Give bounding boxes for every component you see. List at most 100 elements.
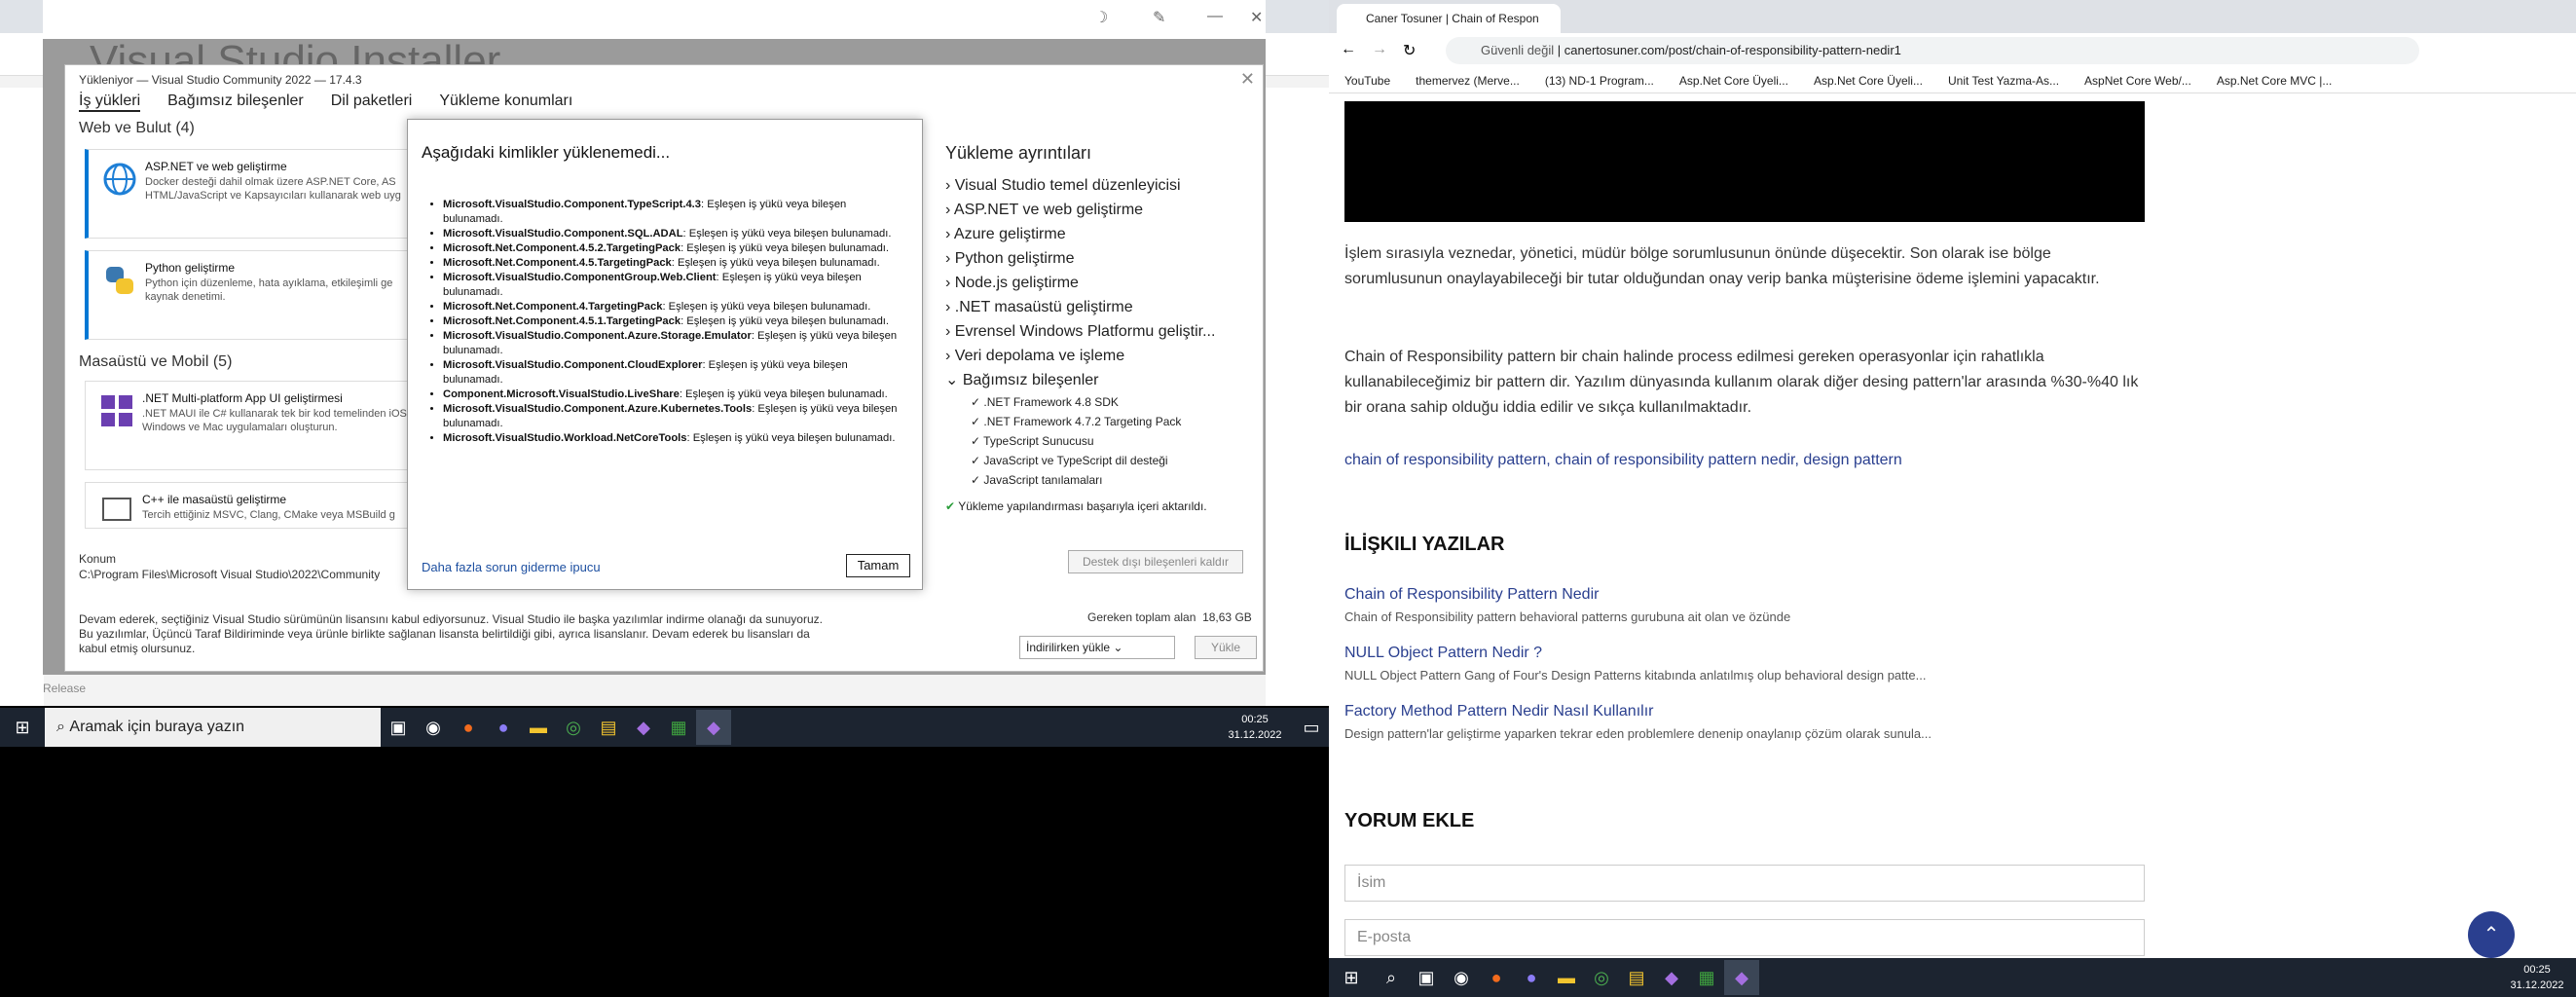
bookmark-item[interactable]: themervez (Merve... [1416,74,1520,88]
error-item: Microsoft.VisualStudio.Component.Azure.S… [443,329,901,358]
component-checkbox[interactable]: ✓ .NET Framework 4.8 SDK [945,392,1257,412]
github-icon[interactable]: ● [486,710,521,745]
github-icon[interactable]: ● [1514,960,1549,995]
article-paragraph: İşlem sırasıyla veznedar, yönetici, müdü… [1344,245,2100,287]
tab-install-locations[interactable]: Yükleme konumları [439,92,572,112]
error-item: Microsoft.VisualStudio.Component.Azure.K… [443,402,901,431]
tab-components[interactable]: Bağımsız bileşenler [167,92,304,112]
license-text: Devam ederek, seçtiğiniz Visual Studio s… [79,612,823,655]
postman-icon[interactable]: ● [1479,960,1514,995]
feedback-icon[interactable]: ☽ [1094,8,1108,27]
vs-installer-icon[interactable]: ◆ [696,710,731,745]
install-details-title: Yükleme ayrıntıları [945,143,1092,163]
task-view-icon[interactable]: ▣ [381,710,416,745]
bookmark-item[interactable]: Unit Test Yazma-As... [1948,74,2059,88]
postman-icon[interactable]: ● [451,710,486,745]
maui-icon [99,393,134,428]
related-link[interactable]: NULL Object Pattern Nedir ? [1344,645,1542,662]
app-icon[interactable]: ▦ [1689,960,1724,995]
forward-icon[interactable]: → [1372,41,1387,58]
visual-studio-icon[interactable]: ◆ [1654,960,1689,995]
troubleshoot-link[interactable]: Daha fazla sorun giderme ipucu [422,560,601,574]
bookmark-item[interactable]: Asp.Net Core Üyeli... [1814,74,1923,88]
comment-heading: YORUM EKLE [1344,810,1475,831]
section-desktop-mobile: Masaüstü ve Mobil (5) [79,353,233,370]
location-label: Konum [79,552,117,566]
related-link[interactable]: Factory Method Pattern Nedir Nasıl Kulla… [1344,703,1653,720]
install-mode-select[interactable]: İndirilirken yükle ⌄ [1019,636,1175,659]
error-item: Microsoft.VisualStudio.Component.CloudEx… [443,358,901,388]
component-checkbox[interactable]: ✓ JavaScript tanılamaları [945,470,1257,490]
visual-studio-icon[interactable]: ◆ [626,710,661,745]
clock[interactable]: 00:25 31.12.2022 [2498,962,2576,993]
tab-language-packs[interactable]: Dil paketleri [331,92,413,112]
app-icon[interactable]: ▤ [1619,960,1654,995]
release-label: Release [43,682,87,695]
reload-icon[interactable]: ↻ [1403,41,1416,60]
bookmark-item[interactable]: YouTube [1344,74,1390,88]
search-icon[interactable]: ⌕ [1374,960,1409,995]
dialog-subtitle: Yükleniyor — Visual Studio Community 202… [79,73,362,87]
workload-card-aspnet[interactable]: ASP.NET ve web geliştirme Docker desteği… [85,149,416,239]
app-icon[interactable]: ◉ [416,710,451,745]
taskbar-search[interactable]: ⌕ Aramak için buraya yazın [45,708,381,747]
error-item: Microsoft.Net.Component.4.TargetingPack:… [443,300,901,314]
video-embed[interactable] [1344,101,2145,222]
app-icon[interactable]: ◉ [1444,960,1479,995]
section-web-cloud: Web ve Bulut (4) [79,120,195,136]
app-icon[interactable]: ▦ [661,710,696,745]
workload-title: .NET Multi-platform App UI geliştirmesi [142,391,343,405]
chrome-icon[interactable]: ◎ [1584,960,1619,995]
back-icon[interactable]: ← [1341,41,1356,58]
workload-desc: Tercih ettiğiniz MSVC, Clang, CMake veya… [142,509,395,521]
detail-row[interactable]: › Evrensel Windows Platformu geliştir... [945,319,1257,344]
workload-card-maui[interactable]: .NET Multi-platform App UI geliştirmesi … [85,381,416,470]
notification-icon[interactable]: ▭ [1294,710,1329,745]
bookmark-item[interactable]: (13) ND-1 Program... [1545,74,1654,88]
ok-button[interactable]: Tamam [846,554,910,577]
vs-installer-icon[interactable]: ◆ [1724,960,1759,995]
detail-row[interactable]: › Node.js geliştirme [945,271,1257,295]
explorer-icon[interactable]: ▬ [521,710,556,745]
detail-row[interactable]: › Python geliştirme [945,246,1257,271]
workload-desc: .NET MAUI ile C# kullanarak tek bir kod … [142,408,410,433]
component-checkbox[interactable]: ✓ JavaScript ve TypeScript dil desteği [945,451,1257,470]
component-checkbox[interactable]: ✓ .NET Framework 4.7.2 Targeting Pack [945,412,1257,431]
error-list: Microsoft.VisualStudio.Component.TypeScr… [443,198,901,446]
start-icon[interactable]: ⊞ [0,710,45,745]
detail-row[interactable]: › Veri depolama ve işleme [945,344,1257,368]
check-circle-icon: ✔ [945,499,956,513]
bookmark-item[interactable]: Asp.Net Core Üyeli... [1679,74,1788,88]
dialog-close-icon[interactable]: ✕ [1240,69,1255,90]
remove-unsupported-button[interactable]: Destek dışı bileşenleri kaldır [1068,550,1243,573]
start-icon[interactable]: ⊞ [1329,960,1374,995]
tab-workloads[interactable]: İş yükleri [79,92,141,112]
email-input[interactable]: E-posta [1344,919,2145,956]
install-button[interactable]: Yükle [1195,636,1257,659]
detail-row[interactable]: › Visual Studio temel düzenleyicisi [945,173,1257,198]
address-bar[interactable]: Güvenli değil | canertosuner.com/post/ch… [1446,37,2419,64]
bookmark-item[interactable]: Asp.Net Core MVC |... [2217,74,2332,88]
notes-icon[interactable]: ✎ [1153,8,1165,27]
detail-row[interactable]: ⌄ Bağımsız bileşenler [945,368,1257,392]
article-tags[interactable]: chain of responsibility pattern, chain o… [1344,448,2143,473]
name-input[interactable]: İsim [1344,865,2145,902]
clock[interactable]: 00:25 31.12.2022 [1216,712,1294,743]
workload-card-cpp[interactable]: C++ ile masaüstü geliştirme Tercih ettiğ… [85,482,416,529]
chrome-icon[interactable]: ◎ [556,710,591,745]
bookmark-item[interactable]: AspNet Core Web/... [2084,74,2191,88]
workload-card-python[interactable]: Python geliştirme Python için düzenleme,… [85,250,416,340]
detail-row[interactable]: › Azure geliştirme [945,222,1257,246]
detail-row[interactable]: › .NET masaüstü geliştirme [945,295,1257,319]
app-icon[interactable]: ▤ [591,710,626,745]
browser-tab[interactable]: Caner Tosuner | Chain of Respon [1337,4,1561,33]
related-link[interactable]: Chain of Responsibility Pattern Nedir [1344,586,1599,604]
close-icon[interactable]: ✕ [1250,8,1263,27]
detail-row[interactable]: › ASP.NET ve web geliştirme [945,198,1257,222]
scroll-top-button[interactable]: ⌃ [2468,911,2515,958]
explorer-icon[interactable]: ▬ [1549,960,1584,995]
component-checkbox[interactable]: ✓ TypeScript Sunucusu [945,431,1257,451]
minimize-icon[interactable]: — [1207,8,1223,25]
task-view-icon[interactable]: ▣ [1409,960,1444,995]
location-path: C:\Program Files\Microsoft Visual Studio… [79,568,381,581]
